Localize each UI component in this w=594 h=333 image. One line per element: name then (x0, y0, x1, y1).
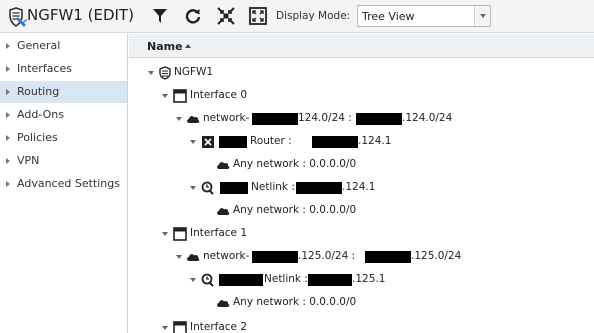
sidebar-item-general[interactable]: General (0, 35, 127, 57)
cloud-icon (217, 162, 230, 169)
redacted-text (219, 274, 263, 286)
tree-node-firewall[interactable]: NGFW1 (129, 62, 594, 84)
sidebar-item-label: Routing (17, 85, 60, 98)
caret-right-icon (6, 158, 10, 164)
sidebar-item-label: Advanced Settings (17, 177, 120, 190)
redacted-text (252, 113, 298, 125)
tree-node-router[interactable]: Router : .124.1 (129, 131, 594, 153)
interface-icon (173, 89, 187, 103)
caret-right-icon (6, 135, 10, 141)
caret-right-icon (6, 89, 10, 95)
expand-arrow-icon[interactable] (162, 94, 168, 98)
tree-node-label: Router : (250, 135, 292, 147)
redacted-text (312, 136, 358, 148)
netlink-icon (201, 273, 214, 287)
cloud-icon (187, 116, 200, 123)
sidebar-item-routing[interactable]: Routing (0, 81, 127, 103)
tree-node-label: 124.0/24 : (298, 112, 352, 124)
column-header-label: Name (147, 40, 183, 53)
tree-node-network[interactable]: network- .125.0/24 : .125.0/24 (129, 246, 594, 268)
display-mode-label: Display Mode: (276, 10, 351, 22)
tree-node-label: network- (203, 250, 250, 262)
sidebar-item-label: Policies (17, 131, 58, 144)
caret-right-icon (6, 181, 10, 187)
sidebar-item-policies[interactable]: Policies (0, 127, 127, 149)
router-icon (202, 136, 214, 148)
tree-node-label: .124.1 (358, 135, 392, 147)
redacted-text (356, 113, 402, 125)
sidebar-item-add-ons[interactable]: Add-Ons (0, 104, 127, 126)
redacted-text (365, 251, 411, 263)
interface-icon (173, 321, 187, 333)
tree-node-label: Any network : 0.0.0.0/0 (233, 204, 357, 216)
expand-arrow-icon[interactable] (162, 326, 168, 330)
sidebar-item-label: Interfaces (17, 62, 72, 75)
collapse-all-icon[interactable] (216, 6, 236, 26)
netlink-icon (201, 181, 214, 195)
tree-node-label: Netlink : (251, 181, 295, 193)
tree-node-label: Netlink : (264, 273, 308, 285)
expand-arrow-icon[interactable] (176, 117, 182, 121)
tree-node-label: .125.0/24 : (298, 250, 356, 262)
redacted-text (220, 182, 248, 194)
cloud-icon (217, 300, 230, 307)
caret-right-icon (6, 112, 10, 118)
sidebar-item-label: Add-Ons (17, 108, 64, 121)
refresh-icon[interactable] (183, 6, 203, 26)
expand-arrow-icon[interactable] (162, 232, 168, 236)
tree-node-label: .125.1 (352, 273, 386, 285)
toolbar: NGFW1 (EDIT) Display Mode: Tree View (0, 0, 594, 33)
display-mode-value: Tree View (362, 10, 415, 23)
sidebar-item-label: VPN (17, 154, 40, 167)
chevron-down-icon[interactable] (474, 6, 490, 26)
redacted-text (219, 136, 247, 148)
sidebar-item-advanced-settings[interactable]: Advanced Settings (0, 173, 127, 195)
tree-node-interface-2[interactable]: Interface 2 (129, 317, 594, 333)
tree-node-label: NGFW1 (174, 66, 214, 78)
tree-node-interface-0[interactable]: Interface 0 (129, 85, 594, 107)
column-header-name[interactable]: Name (129, 34, 594, 58)
redacted-text (308, 274, 352, 286)
firewall-icon (159, 66, 171, 80)
tree-node-label: Interface 2 (190, 321, 248, 333)
interface-icon (173, 227, 187, 241)
display-mode-select[interactable]: Tree View (357, 5, 491, 27)
tree-node-interface-1[interactable]: Interface 1 (129, 223, 594, 245)
filter-icon[interactable] (150, 6, 170, 26)
sort-ascending-icon[interactable] (185, 44, 191, 48)
tree-node-netlink[interactable]: Netlink : .125.1 (129, 269, 594, 291)
sidebar-item-interfaces[interactable]: Interfaces (0, 58, 127, 80)
redacted-text (296, 182, 342, 194)
expand-arrow-icon[interactable] (176, 255, 182, 259)
routing-tree-panel: Name NGFW1 Interface 0 network- 124.0/24… (129, 34, 594, 333)
tree-node-label: network- (203, 112, 250, 124)
tree-node-label: .124.1 (342, 181, 376, 193)
tree-node-network[interactable]: network- 124.0/24 : .124.0/24 (129, 108, 594, 130)
caret-right-icon (6, 66, 10, 72)
tree-node-netlink[interactable]: Netlink : .124.1 (129, 177, 594, 199)
tree-node-any-network[interactable]: Any network : 0.0.0.0/0 (129, 200, 594, 222)
sidebar: General Interfaces Routing Add-Ons Polic… (0, 34, 128, 333)
cloud-icon (217, 208, 230, 215)
tree-node-label: .124.0/24 (402, 112, 453, 124)
cloud-icon (187, 254, 200, 261)
tree-node-label: Interface 1 (190, 227, 248, 239)
firewall-app-icon (9, 7, 27, 27)
expand-arrow-icon[interactable] (190, 186, 196, 190)
tree-node-label: Interface 0 (190, 89, 248, 101)
tree-node-any-network[interactable]: Any network : 0.0.0.0/0 (129, 292, 594, 314)
tree-node-label: .125.0/24 (411, 250, 462, 262)
expand-arrow-icon[interactable] (190, 278, 196, 282)
sidebar-item-vpn[interactable]: VPN (0, 150, 127, 172)
tree-node-label: Any network : 0.0.0.0/0 (233, 158, 357, 170)
window-title: NGFW1 (EDIT) (27, 6, 134, 24)
sidebar-item-label: General (17, 39, 61, 52)
expand-all-icon[interactable] (248, 6, 268, 26)
expand-arrow-icon[interactable] (148, 71, 154, 75)
tree-node-label: Any network : 0.0.0.0/0 (233, 296, 357, 308)
expand-arrow-icon[interactable] (190, 140, 196, 144)
tree-node-any-network[interactable]: Any network : 0.0.0.0/0 (129, 154, 594, 176)
redacted-text (252, 251, 298, 263)
caret-right-icon (6, 43, 10, 49)
